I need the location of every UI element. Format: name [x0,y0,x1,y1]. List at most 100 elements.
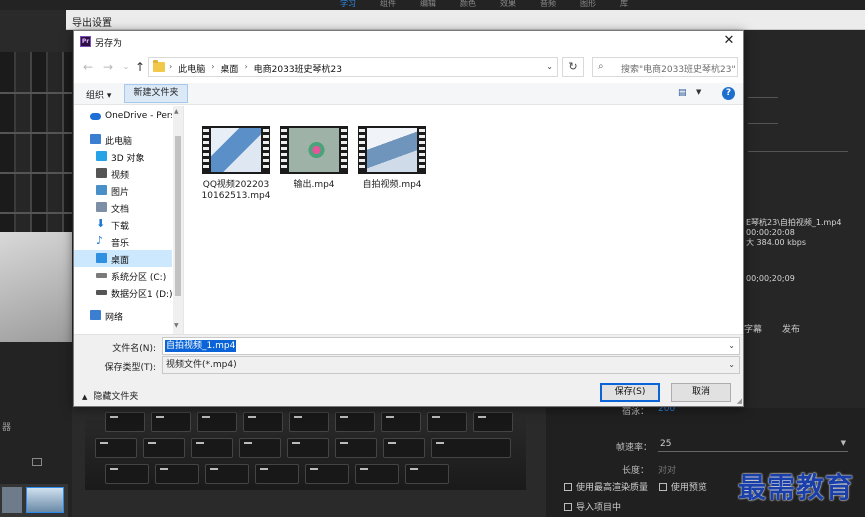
organize-button[interactable]: 组织 ▾ [86,88,111,101]
file-name: QQ视频20220310162513.mp4 [201,180,271,201]
chevron-down-icon[interactable]: ⌄ [546,62,553,71]
sidebar-item-label: 下载 [111,222,130,232]
clip-thumbnail-selected[interactable] [26,487,64,513]
workspace-tab[interactable]: 编辑 [420,0,436,10]
key-cap [289,412,329,432]
key-cap [427,412,467,432]
save-options-area: 文件名(N): 自拍视频_1.mp4 ⌄ 保存类型(T): 视频文件(*.mp4… [74,334,743,406]
sidebar-item-videos[interactable]: 视频 [74,165,172,182]
workspace-tab[interactable]: 效果 [500,0,516,10]
sidebar-item-label: 数据分区1 (D:) [111,290,172,300]
export-settings-title: 导出设置 [72,18,112,29]
workspace-tab[interactable]: 图形 [580,0,596,10]
key-cap [255,464,299,484]
frame-rate-select[interactable]: 25 ▼ [658,438,848,452]
chevron-down-icon[interactable]: ▼ [696,88,701,96]
help-icon[interactable]: ? [722,87,735,100]
key-cap [473,412,513,432]
chevron-down-icon[interactable]: ⌄ [728,360,735,369]
chevron-down-icon[interactable]: ⌄ [728,341,735,350]
scroll-down-icon[interactable]: ▼ [174,322,179,329]
breadcrumb-desktop[interactable]: 桌面 [220,62,238,75]
refresh-button[interactable]: ↻ [562,57,584,77]
import-into-project-label: 导入项目中 [576,503,622,513]
preset-select[interactable] [748,112,778,124]
workspace-tab[interactable]: 音频 [540,0,556,10]
sidebar-item-drive-d[interactable]: 数据分区1 (D:) [74,284,172,301]
forward-arrow-icon[interactable]: → [100,59,116,75]
thumbnail-image [289,128,339,172]
import-into-project-checkbox[interactable] [564,503,572,511]
scrollbar-thumb[interactable] [175,136,181,296]
use-previews-checkbox[interactable] [658,483,667,491]
resize-grip-icon[interactable]: ◢ [737,397,742,405]
key-cap [381,412,421,432]
breadcrumb-this-pc[interactable]: 此电脑 [178,62,205,75]
tab-publish[interactable]: 发布 [782,322,800,335]
sidebar-item-network[interactable]: 网络 [74,307,172,324]
search-icon: ⌕ [598,61,604,72]
sidebar-item-pictures[interactable]: 图片 [74,182,172,199]
key-cap [143,438,185,458]
tab-captions[interactable]: 字幕 [744,322,762,335]
key-cap [305,464,349,484]
row3-label: 长度： [622,466,650,476]
key-cap [335,438,377,458]
thumbnail-image [367,128,417,172]
clip-thumbnail[interactable] [2,487,22,513]
keyboard-row [0,172,72,174]
breadcrumb-separator-icon[interactable]: › [244,62,247,75]
close-icon[interactable]: ✕ [721,33,737,49]
comment-field[interactable] [748,140,848,152]
search-box[interactable]: ⌕ 搜索"电商2033班史琴杭23" [592,57,738,77]
workspace-tab[interactable]: 颜色 [460,0,476,10]
back-arrow-icon[interactable]: ← [80,59,96,75]
search-placeholder: 搜索"电商2033班史琴杭23" [621,65,736,75]
dialog-titlebar[interactable]: Pr 另存为 ✕ [74,31,743,53]
workspace-tab[interactable]: 组件 [380,0,396,10]
address-bar[interactable]: › 此电脑 › 桌面 › 电商2033班史琴杭23 ⌄ [148,57,558,77]
view-options-icon[interactable]: ▤ [678,88,687,98]
sidebar-item-this-pc[interactable]: 此电脑 [74,131,172,148]
key-cap [405,464,449,484]
sidebar-item-downloads[interactable]: ⬇ 下载 [74,216,172,233]
max-render-quality-checkbox[interactable] [564,483,572,491]
save-type-select[interactable]: 视频文件(*.mp4) ⌄ [162,356,740,374]
format-select[interactable] [748,86,778,98]
sidebar-item-desktop[interactable]: 桌面 [74,250,172,267]
thumbnail-image [211,128,261,172]
sidebar-item-music[interactable]: ♪ 音乐 [74,233,172,250]
sidebar-item-drive-c[interactable]: 系统分区 (C:) [74,267,172,284]
sidebar-item-label: 3D 对象 [111,154,145,164]
sidebar-item-onedrive[interactable]: OneDrive - Perso [74,108,172,125]
breadcrumb-separator-icon[interactable]: › [211,62,214,75]
save-button[interactable]: 保存(S) [600,383,660,402]
up-arrow-icon[interactable]: ↑ [132,59,148,75]
key-cap [383,438,425,458]
sidebar-scrollbar[interactable]: ▲ ▼ [173,106,183,334]
key-cap [197,412,237,432]
hide-folders-toggle[interactable]: ▲ 隐藏文件夹 [82,389,138,402]
video-icon [96,168,107,178]
refresh-icon: ↻ [568,60,578,73]
sidebar-item-label: 此电脑 [105,137,133,147]
save-as-dialog: Pr 另存为 ✕ ← → ⌄ ↑ › 此电脑 › 桌面 › 电商2033班史琴杭… [73,30,744,407]
folder-bin-icon[interactable] [32,458,42,466]
cancel-button[interactable]: 取消 [671,383,731,402]
breadcrumb-current-folder[interactable]: 电商2033班史琴杭23 [254,62,342,75]
sidebar-item-3d-objects[interactable]: 3D 对象 [74,148,172,165]
export-options: 使用最高渲染质量 使用预览 导入项目中 [564,478,744,517]
sidebar-item-documents[interactable]: 文档 [74,199,172,216]
scroll-up-icon[interactable]: ▲ [174,108,179,115]
workspace-tab[interactable]: 学习 [340,0,356,10]
document-icon [96,202,107,212]
key-cap [151,412,191,432]
filename-input[interactable]: 自拍视频_1.mp4 ⌄ [162,337,740,355]
workspace-tab[interactable]: 库 [620,0,628,10]
max-render-quality-label: 使用最高渲染质量 [576,483,649,493]
new-folder-button[interactable]: 新建文件夹 [124,84,188,103]
sidebar-item-label: 图片 [111,188,130,198]
output-bitrate: 大 384.00 kbps [746,238,807,247]
keyboard-row [0,92,72,94]
cube-icon [96,151,107,161]
